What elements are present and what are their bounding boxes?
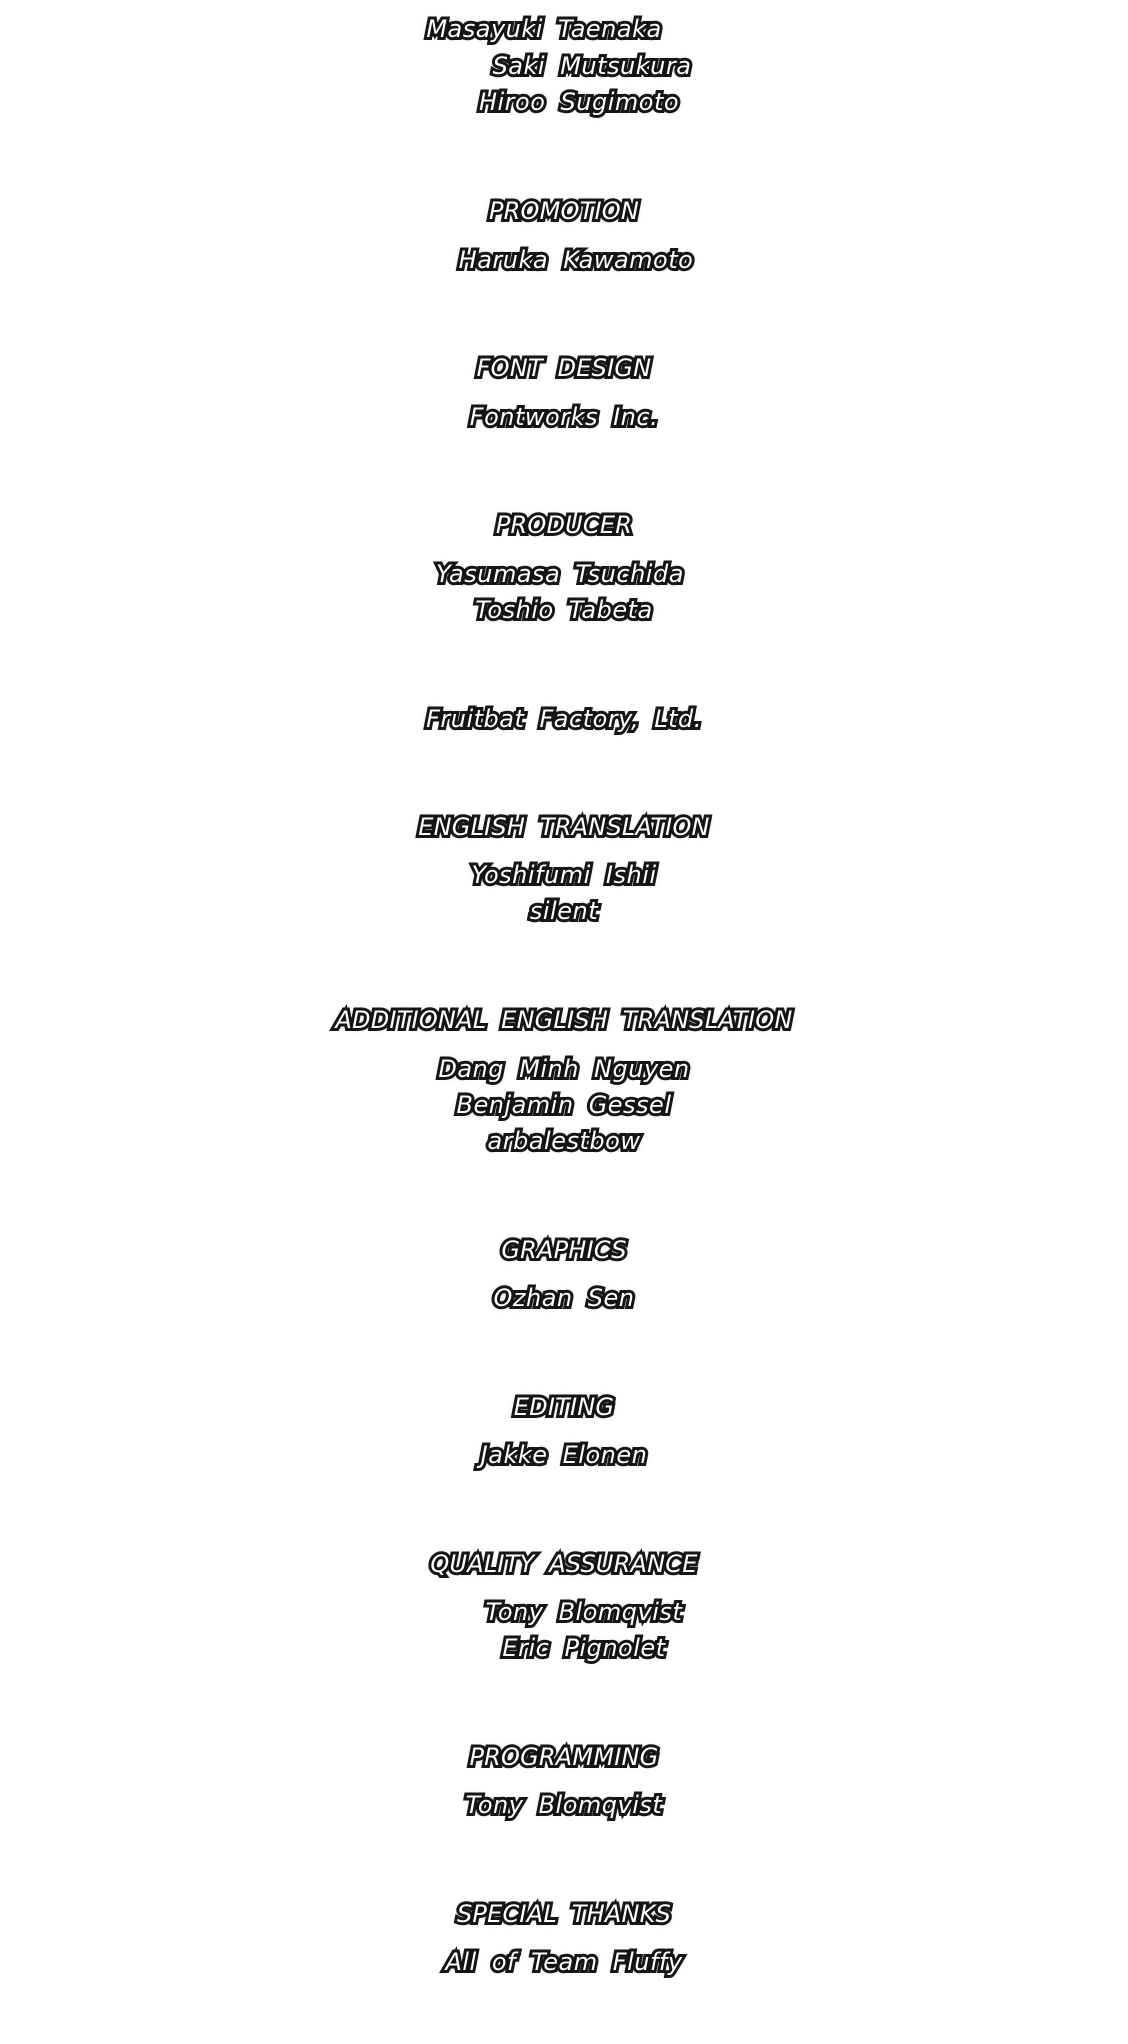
credit-heading-additional-english-translation: ADDITIONAL ENGLISH TRANSLATION bbox=[332, 1003, 795, 1037]
credit-name-silent: silent bbox=[527, 894, 601, 928]
credit-name-tony-blomqvist-programming: Tony Blomqvist bbox=[463, 1788, 665, 1822]
credit-heading-promotion: PROMOTION bbox=[486, 194, 642, 228]
credit-heading-programming: PROGRAMMING bbox=[467, 1740, 662, 1774]
credit-heading-english-translation: ENGLISH TRANSLATION bbox=[415, 810, 712, 844]
credit-name-ozhan-sen: Ozhan Sen bbox=[491, 1281, 637, 1315]
credit-name-haruka-kawamoto: Haruka Kawamoto bbox=[456, 243, 696, 277]
credit-name-dang-minh-nguyen: Dang Minh Nguyen bbox=[435, 1052, 692, 1086]
credit-name-yasumasa-tsuchida: Yasumasa Tsuchida bbox=[433, 557, 686, 591]
credit-name-saki-mutsukura: Saki Mutsukura bbox=[490, 49, 694, 83]
credit-name-tony-blomqvist-qa: Tony Blomqvist bbox=[483, 1595, 685, 1629]
credit-name-fontworks: Fontworks Inc. bbox=[467, 400, 661, 434]
credit-name-yoshifumi-ishii: Yoshifumi Ishii bbox=[468, 858, 659, 892]
credit-heading-editing: EDITING bbox=[511, 1390, 617, 1424]
credit-name-benjamin-gessel: Benjamin Gessel bbox=[453, 1088, 674, 1122]
credit-heading-graphics: GRAPHICS bbox=[498, 1233, 629, 1267]
credit-name-hiroo-sugimoto: Hiroo Sugimoto bbox=[476, 85, 682, 119]
credit-name-eric-pignolet: Eric Pignolet bbox=[499, 1631, 668, 1665]
credit-name-jakke-elonen: Jakke Elonen bbox=[478, 1438, 650, 1472]
credit-name-toshio-tabeta: Toshio Tabeta bbox=[472, 593, 655, 627]
credit-name-team-fluffy: All of Team Fluffy bbox=[442, 1945, 685, 1979]
credit-heading-font-design: FONT DESIGN bbox=[474, 351, 654, 385]
credit-name-arbalestbow: arbalestbow bbox=[485, 1124, 643, 1158]
credit-heading-quality-assurance: QUALITY ASSURANCE bbox=[427, 1547, 700, 1581]
credit-name-fruitbat-factory: Fruitbat Factory, Ltd. bbox=[423, 702, 704, 736]
credit-heading-producer: PRODUCER bbox=[493, 508, 635, 542]
credit-heading-special-thanks: SPECIAL THANKS bbox=[454, 1897, 674, 1931]
credit-name-masayuki-taenaka: Masayuki Taenaka bbox=[423, 12, 664, 46]
